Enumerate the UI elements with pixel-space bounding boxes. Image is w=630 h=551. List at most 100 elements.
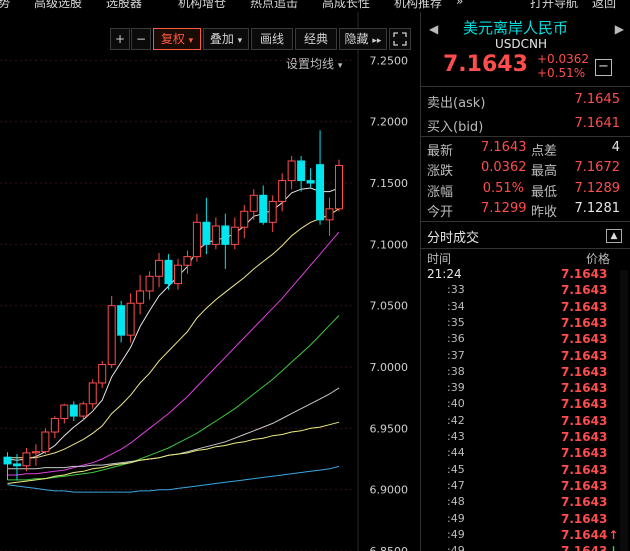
stat-value: 7.1289 — [574, 181, 621, 196]
adjust-price-button[interactable]: 复权 ▾ — [153, 28, 201, 50]
candle-body[interactable] — [50, 418, 59, 433]
tick-row[interactable]: 7.1643 — [561, 397, 607, 411]
candle-body[interactable] — [3, 456, 12, 465]
ma-settings-label: 设置均线 — [286, 57, 335, 71]
tick-row[interactable]: 7.1643 — [561, 332, 607, 346]
zoom-in-button[interactable]: + — [110, 28, 130, 50]
menu-more-icon[interactable]: » — [456, 0, 463, 8]
tick-row[interactable]: 7.1643 — [561, 414, 607, 428]
tick-row[interactable]: 7.1643 — [561, 479, 607, 493]
candle-body[interactable] — [325, 208, 334, 221]
menu-item-hotspot[interactable]: 热点追击 — [250, 0, 298, 10]
zoom-out-button[interactable]: − — [131, 28, 151, 50]
fullscreen-icon[interactable] — [389, 28, 411, 50]
candle-body[interactable] — [183, 256, 192, 266]
ma-settings-button[interactable]: 设置均线 ▾ — [286, 55, 342, 72]
candle-body[interactable] — [69, 404, 78, 417]
candle-body[interactable] — [335, 165, 343, 210]
candle-body[interactable] — [202, 221, 211, 245]
classic-button[interactable]: 经典 — [295, 28, 337, 50]
symbol-code: USDCNH — [495, 37, 548, 51]
stat-label: 昨收 — [531, 205, 558, 220]
candle-body[interactable] — [173, 264, 182, 285]
tick-time: :35 — [447, 315, 465, 329]
last-price: 7.1643 — [443, 52, 528, 77]
tick-row[interactable]: 7.1643↓ — [561, 544, 618, 551]
tick-time: :47 — [447, 478, 465, 492]
candle-body[interactable] — [240, 210, 249, 228]
expand-icon[interactable]: ▲ — [606, 229, 622, 243]
candle-body[interactable] — [12, 463, 21, 467]
candle-body[interactable] — [136, 290, 145, 304]
tick-row[interactable]: 7.1643 — [561, 381, 607, 395]
ticks-scrollbar[interactable] — [620, 270, 628, 551]
tick-row[interactable]: 7.1643 — [561, 463, 607, 477]
candle-body[interactable] — [98, 364, 107, 384]
collapse-icon[interactable]: − — [595, 59, 612, 76]
next-symbol-icon[interactable]: ▶ — [615, 22, 624, 36]
candle-body[interactable] — [249, 194, 258, 212]
candle-body[interactable] — [107, 305, 116, 366]
menu-item-back[interactable]: 返回 — [592, 0, 616, 10]
candle-body[interactable] — [60, 404, 69, 420]
candle-body[interactable] — [126, 302, 135, 336]
candle-body[interactable] — [211, 225, 220, 245]
menu-item-high-growth[interactable]: 高成长性 — [322, 0, 370, 10]
tick-row[interactable]: 7.1643 — [561, 430, 607, 444]
price-tick-label: 7.1500 — [370, 177, 409, 190]
candle-body[interactable] — [192, 221, 201, 258]
candle-body[interactable] — [268, 200, 277, 223]
candle-body[interactable] — [22, 452, 31, 467]
menu-item-open-nav[interactable]: 打开导航 — [530, 0, 578, 10]
candle-body[interactable] — [145, 275, 154, 292]
tick-price: 7.1644 — [561, 527, 608, 542]
stat-label: 最低 — [531, 185, 558, 200]
tick-row[interactable]: 7.1643 — [561, 267, 607, 281]
tick-time: :43 — [447, 430, 465, 443]
tick-price: 7.1643 — [561, 332, 608, 347]
tick-row[interactable]: 7.1643 — [561, 283, 607, 297]
candle-body[interactable] — [88, 382, 97, 405]
tick-price: 7.1643 — [561, 495, 608, 510]
tick-row[interactable]: 7.1643 — [561, 446, 607, 460]
candle-body[interactable] — [297, 160, 306, 182]
quote-panel: ◀ ▶ 美元离岸人民币 USDCNH 7.1643 +0.0362 +0.51%… — [420, 12, 630, 551]
menu-item-institution-increase[interactable]: 机构增仓 — [178, 0, 226, 10]
tick-row[interactable]: 7.1643 — [561, 349, 607, 363]
candle-body[interactable] — [259, 194, 268, 223]
menu-item-institution-recommend[interactable]: 机构推荐 — [394, 0, 442, 10]
candle-body[interactable] — [230, 226, 239, 245]
symbol-name: 美元离岸人民币 — [463, 19, 569, 37]
tick-price: 7.1643 — [561, 544, 607, 551]
tick-row[interactable]: 7.1643 — [561, 495, 607, 509]
chart-toolbar: + − 复权 ▾ 叠加 ▾ 画线 经典 隐藏 ▸▸ — [0, 28, 414, 50]
stat-value: 7.1299 — [481, 201, 527, 216]
prev-symbol-icon[interactable]: ◀ — [429, 22, 438, 36]
candle-body[interactable] — [79, 403, 88, 417]
candle-body[interactable] — [31, 451, 40, 454]
tick-row[interactable]: 7.1643 — [561, 316, 607, 330]
candle-body[interactable] — [155, 259, 164, 277]
candle-body[interactable] — [278, 180, 287, 202]
tick-row[interactable]: 7.1644↑ — [561, 528, 618, 542]
candle-body[interactable] — [287, 160, 296, 182]
candle-body[interactable] — [306, 180, 315, 184]
menu-item-stock-screener[interactable]: 选股器 — [106, 0, 142, 10]
tick-time: :34 — [447, 299, 465, 313]
tick-row[interactable]: 7.1643 — [561, 512, 607, 526]
bid-label: 买入(bid) — [427, 120, 484, 135]
candle-body[interactable] — [41, 431, 50, 453]
candle-body[interactable] — [316, 164, 325, 221]
menu-item[interactable]: 势 — [0, 0, 10, 10]
candle-body[interactable] — [221, 225, 230, 245]
candle-body[interactable] — [164, 259, 173, 285]
stat-label: 涨跌 — [427, 164, 454, 179]
draw-line-button[interactable]: 画线 — [251, 28, 293, 50]
overlay-button[interactable]: 叠加 ▾ — [203, 28, 249, 50]
tick-row[interactable]: 7.1643 — [561, 300, 607, 314]
kline-chart[interactable]: 7.2500 7.2000 7.1500 7.1000 7.0500 7.0000 6.95… — [0, 12, 414, 551]
hide-button[interactable]: 隐藏 ▸▸ — [339, 28, 387, 50]
candle-body[interactable] — [117, 305, 126, 336]
tick-row[interactable]: 7.1643 — [561, 365, 607, 379]
menu-item-advanced-stock-pick[interactable]: 高级选股 — [34, 0, 82, 10]
